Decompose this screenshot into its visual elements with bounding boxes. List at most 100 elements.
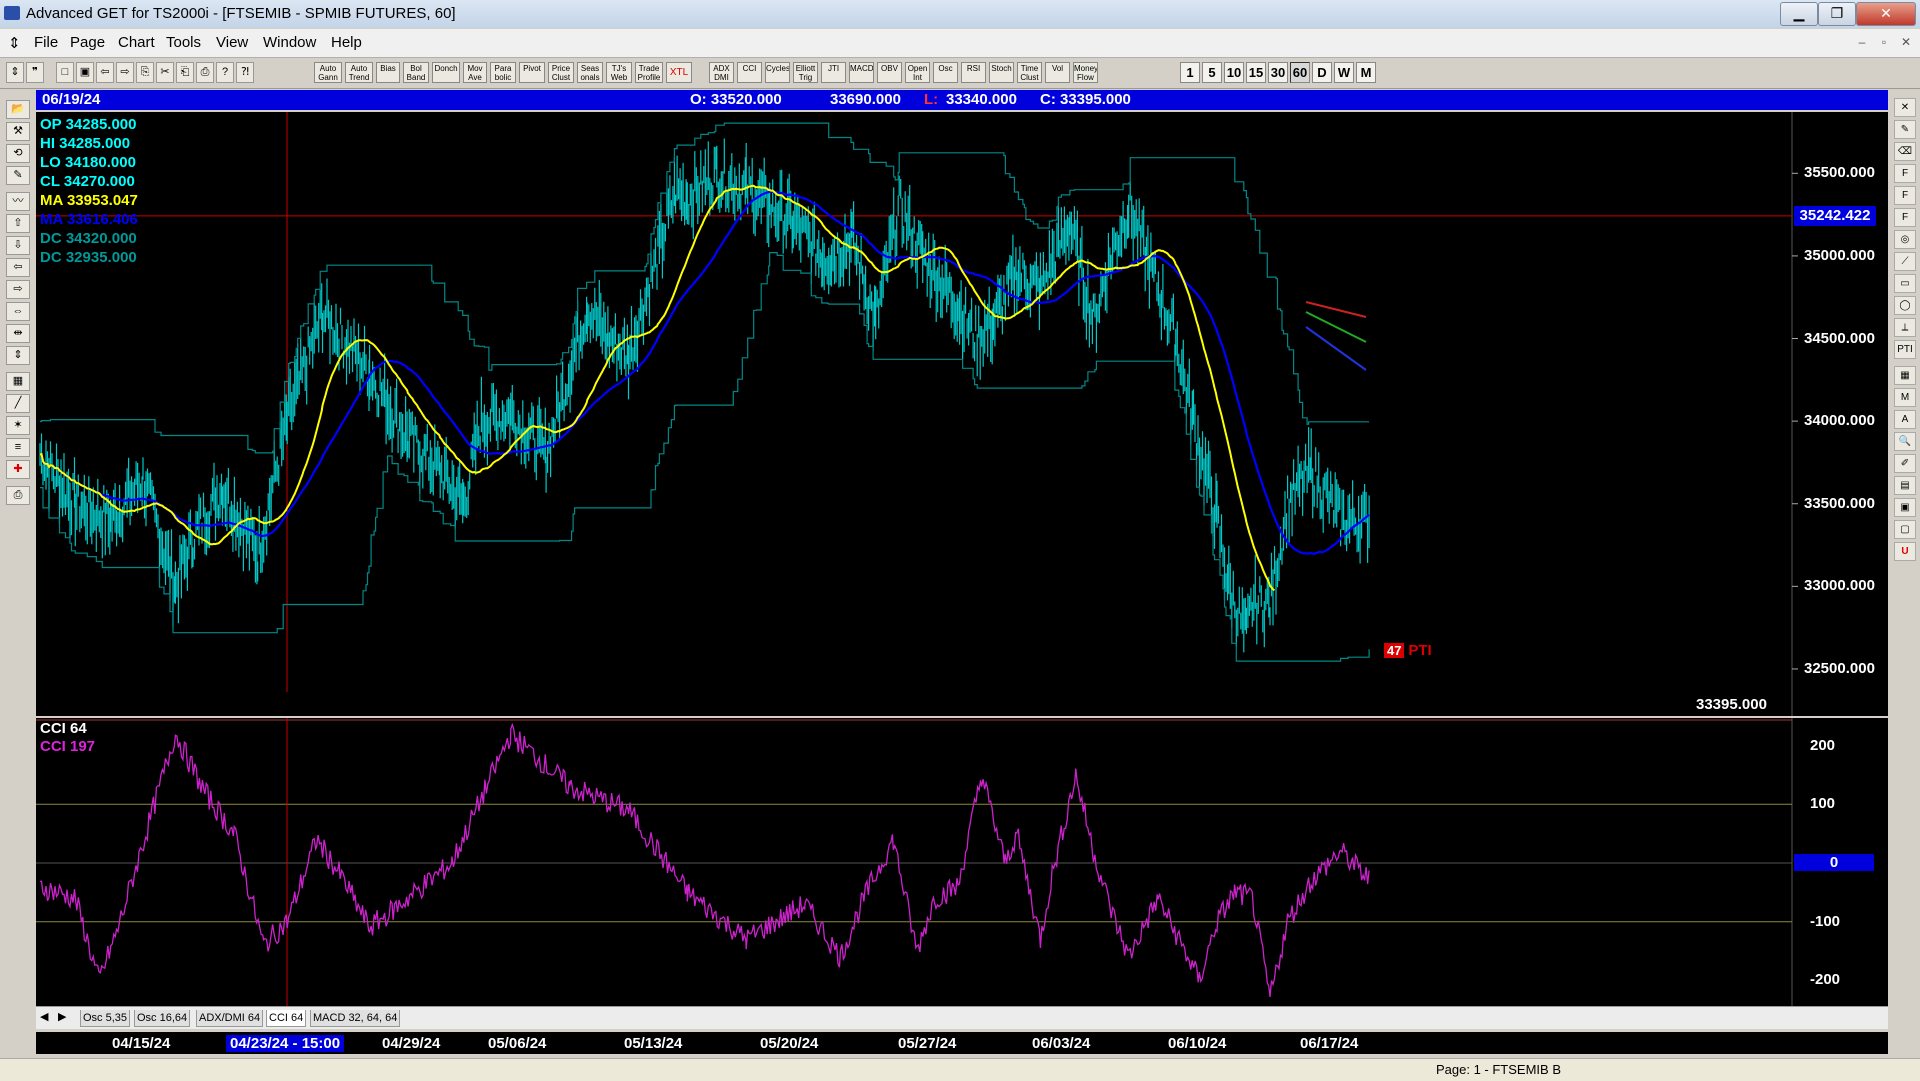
gann-fan-icon[interactable]: ✶ — [6, 416, 30, 435]
highlight-icon[interactable]: ✐ — [1894, 454, 1916, 473]
chart-template-icon[interactable]: ▤ — [1894, 476, 1916, 495]
fib-ret-icon[interactable]: F — [1894, 164, 1916, 183]
grid-tool-icon[interactable]: ▦ — [1894, 366, 1916, 385]
close-button[interactable]: ✕ — [1856, 2, 1916, 26]
mdi-restore-button[interactable]: ▫ — [1874, 33, 1894, 51]
arrow-left-icon[interactable]: ⇦ — [6, 258, 30, 277]
close-tool-icon[interactable]: ✕ — [1894, 98, 1916, 117]
text-icon[interactable]: A — [1894, 410, 1916, 429]
arrow-up-icon[interactable]: ⇧ — [6, 214, 30, 233]
price-chart-panel[interactable]: OP 34285.000 HI 34285.000 LO 34180.000 CL 3… — [36, 112, 1888, 716]
mdi-close-button[interactable]: ✕ — [1896, 33, 1916, 51]
menu-file[interactable]: File — [34, 34, 58, 51]
minimize-button[interactable]: ▁ — [1780, 2, 1818, 26]
period-button-1[interactable]: 1 — [1180, 62, 1200, 83]
menu-chart[interactable]: Chart — [118, 34, 155, 51]
mdi-minimize-button[interactable]: – — [1852, 33, 1872, 51]
reset-icon[interactable]: ⟲ — [6, 144, 30, 163]
new-page-icon[interactable]: □ — [56, 62, 74, 83]
eraser-icon[interactable]: ⌫ — [1894, 142, 1916, 161]
toolbar-button-bias[interactable]: Bias — [376, 62, 400, 83]
tab-adx-dmi-64[interactable]: ADX/DMI 64 — [196, 1010, 264, 1027]
ruler-icon[interactable]: ⟂ — [1894, 318, 1916, 337]
print-icon[interactable]: ⎙ — [196, 62, 214, 83]
gann-icon[interactable]: ⚒ — [6, 122, 30, 141]
period-button-w[interactable]: W — [1334, 62, 1354, 83]
toolbar-button-cycles[interactable]: Cycles — [765, 62, 790, 83]
copy-icon[interactable]: ⎘ — [136, 62, 154, 83]
toolbar-button-money-flow[interactable]: Money Flow — [1073, 62, 1098, 83]
toolbar-button-donch[interactable]: Donch — [432, 62, 460, 83]
toolbar-button-elliott-trig[interactable]: Elliott Trig — [793, 62, 818, 83]
zoom-icon[interactable]: 🔍 — [1894, 432, 1916, 451]
menu-page[interactable]: Page — [70, 34, 105, 51]
paste-icon[interactable]: ⎗ — [176, 62, 194, 83]
print-preview-icon[interactable]: ⎙ — [6, 486, 30, 505]
toolbar-button-obv[interactable]: OBV — [877, 62, 902, 83]
toolbar-button-rsi[interactable]: RSI — [961, 62, 986, 83]
pti-icon[interactable]: PTI — [1894, 340, 1916, 359]
tab-osc-16-64[interactable]: Osc 16,64 — [134, 1010, 191, 1027]
menu-window[interactable]: Window — [263, 34, 316, 51]
toolbar-button-auto-gann[interactable]: Auto Gann — [314, 62, 342, 83]
pencil-icon[interactable]: ✎ — [1894, 120, 1916, 139]
fib-time-icon[interactable]: F — [1894, 208, 1916, 227]
fib-ext-icon[interactable]: F — [1894, 186, 1916, 205]
quote-icon[interactable]: ❞ — [26, 62, 44, 83]
toolbar-button-bol-band[interactable]: Bol Band — [403, 62, 429, 83]
toolbar-button-trade-profile[interactable]: Trade Profile — [635, 62, 663, 83]
back-icon[interactable]: ⇦ — [96, 62, 114, 83]
tab-scroll-right-icon[interactable]: ▶ — [58, 1010, 66, 1023]
expand-vertical-icon[interactable]: ⇕ — [6, 346, 30, 365]
period-button-15[interactable]: 15 — [1246, 62, 1266, 83]
cci-panel[interactable]: CCI 64 CCI 197 200 100 0 -100 -200 — [36, 718, 1888, 1008]
lines-icon[interactable]: ╱ — [6, 394, 30, 413]
price-chart[interactable] — [36, 112, 1888, 716]
study-icon[interactable]: ✎ — [6, 166, 30, 185]
toolbar-button-auto-trend[interactable]: Auto Trend — [345, 62, 373, 83]
open-folder-icon[interactable]: 📂 — [6, 100, 30, 119]
price-box-icon[interactable]: ▣ — [1894, 498, 1916, 517]
period-button-d[interactable]: D — [1312, 62, 1332, 83]
toolbar-button-mov-ave[interactable]: Mov Ave — [463, 62, 487, 83]
expand-horizontal-icon[interactable]: ⇔ — [6, 302, 30, 321]
toolbar-button-osc[interactable]: Osc — [933, 62, 958, 83]
box-icon[interactable]: ▭ — [1894, 274, 1916, 293]
compress-horizontal-icon[interactable]: ⇹ — [6, 324, 30, 343]
tab-cci-64[interactable]: CCI 64 — [266, 1010, 307, 1027]
grid-icon[interactable]: ▦ — [6, 372, 30, 391]
spiral-icon[interactable]: ◎ — [1894, 230, 1916, 249]
pin-icon[interactable]: ⇕ — [6, 62, 24, 83]
cut-icon[interactable]: ✂ — [156, 62, 174, 83]
arrow-right-icon[interactable]: ⇨ — [6, 280, 30, 299]
toolbar-button-stoch[interactable]: Stoch — [989, 62, 1014, 83]
doc-icon[interactable]: ⇕ — [8, 34, 21, 52]
crosshair-icon[interactable]: ✚ — [6, 460, 30, 479]
period-button-60[interactable]: 60 — [1290, 62, 1310, 83]
menu-tools[interactable]: Tools — [166, 34, 201, 51]
fan-icon[interactable]: ⟋ — [1894, 252, 1916, 271]
period-button-30[interactable]: 30 — [1268, 62, 1288, 83]
period-button-5[interactable]: 5 — [1202, 62, 1222, 83]
context-help-icon[interactable]: ⁈ — [236, 62, 254, 83]
tab-osc-5-35[interactable]: Osc 5,35 — [80, 1010, 131, 1027]
help-icon[interactable]: ? — [216, 62, 234, 83]
period-button-m[interactable]: M — [1356, 62, 1376, 83]
toolbar-button-vol[interactable]: Vol — [1045, 62, 1070, 83]
arrow-down-icon[interactable]: ⇩ — [6, 236, 30, 255]
toolbar-button-jti[interactable]: JTI — [821, 62, 846, 83]
toolbar-button-open-int[interactable]: Open Int — [905, 62, 930, 83]
tab-macd-32-64-64[interactable]: MACD 32, 64, 64 — [310, 1010, 401, 1027]
tab-scroll-left-icon[interactable]: ◀ — [40, 1010, 48, 1023]
toolbar-button-macd[interactable]: MACD — [849, 62, 874, 83]
u-icon[interactable]: U — [1894, 542, 1916, 561]
note-icon[interactable]: ▢ — [1894, 520, 1916, 539]
elliott-icon[interactable]: 〰 — [6, 192, 30, 211]
toolbar-button-seas-onals[interactable]: Seas onals — [577, 62, 603, 83]
toolbar-button-para-bolic[interactable]: Para bolic — [490, 62, 516, 83]
maximize-button[interactable]: ❐ — [1818, 2, 1856, 26]
toolbar-button-tj-s-web[interactable]: TJ's Web — [606, 62, 632, 83]
forward-icon[interactable]: ⇨ — [116, 62, 134, 83]
toolbar-button-time-clust[interactable]: Time Clust — [1017, 62, 1042, 83]
menu-help[interactable]: Help — [331, 34, 362, 51]
